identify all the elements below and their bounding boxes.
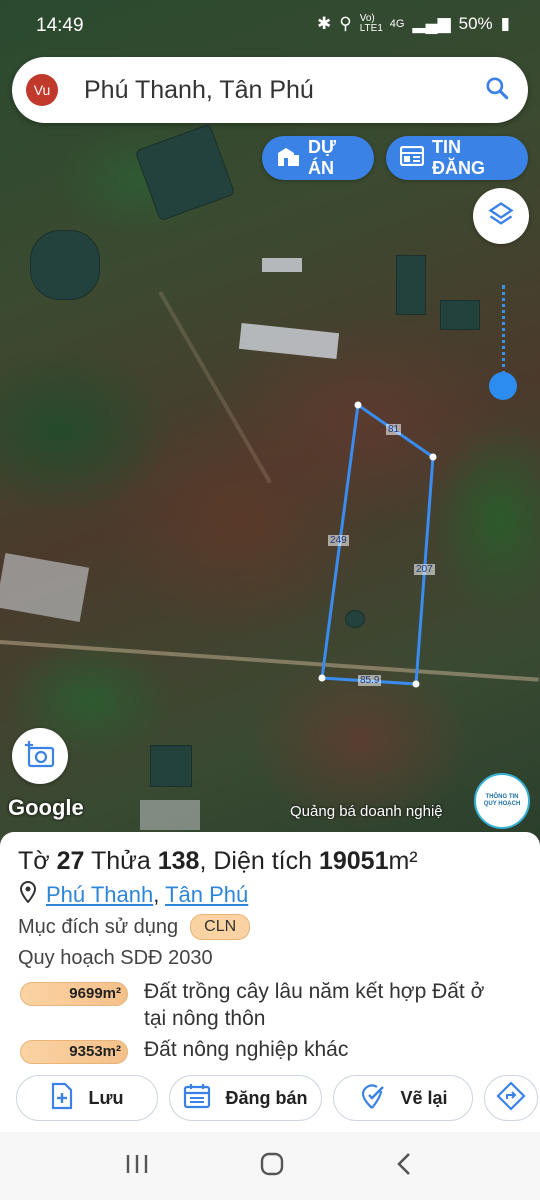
directions-icon [496, 1080, 526, 1116]
bluetooth-icon: ✱ [317, 14, 332, 33]
plan-desc: Đất nông nghiệp khác [144, 1038, 349, 1061]
edge-length-bottom: 85.9 [358, 675, 382, 686]
du-an-button[interactable]: DỰ ÁN [262, 136, 374, 180]
parcel-outline [318, 401, 437, 688]
location-icon: ⚲ [339, 14, 352, 33]
satellite-map[interactable]: 81 249 207 85.9 [0, 0, 540, 845]
edge-length-right: 207 [414, 564, 435, 575]
building-icon [276, 145, 300, 172]
layers-button[interactable] [473, 188, 529, 244]
back-icon[interactable] [394, 1151, 416, 1182]
home-icon[interactable] [259, 1151, 285, 1182]
to-value: 27 [56, 847, 85, 875]
add-photo-icon [24, 740, 56, 773]
search-icon[interactable] [484, 75, 510, 106]
save-label: Lưu [88, 1087, 124, 1108]
action-bar: Lưu Đăng bán Vẽ lại [0, 1075, 540, 1125]
du-an-label: DỰ ÁN [308, 137, 336, 178]
search-place-text[interactable]: Phú Thanh, Tân Phú [84, 76, 484, 105]
tin-dang-button[interactable]: TIN ĐĂNG [386, 136, 528, 180]
parcel-title: Tờ 27 Thửa 138, Diện tích 19051m² [18, 847, 418, 876]
tin-dang-label: TIN ĐĂNG [432, 137, 485, 178]
add-file-icon [50, 1082, 74, 1115]
district-link[interactable]: Tân Phú [165, 882, 248, 907]
thua-value: 138 [157, 847, 200, 875]
recent-apps-icon[interactable] [124, 1153, 150, 1180]
plan-label: Quy hoạch SDĐ 2030 [18, 947, 213, 969]
clock: 14:49 [36, 15, 84, 36]
area-label: , Diện tích [199, 847, 312, 875]
avatar[interactable]: Vu [26, 74, 58, 106]
calendar-icon [183, 1083, 211, 1114]
signal-icon: ▂▄▆ [412, 14, 451, 33]
battery-icon: ▮ [500, 14, 510, 33]
map-pin-icon [19, 880, 37, 909]
plan-row: 9353m² Đất nông nghiệp khác [20, 1036, 348, 1064]
opacity-slider-handle[interactable] [489, 372, 517, 400]
plan-row: 9699m² Đất trồng cây lâu năm kết hợp Đất… [20, 978, 504, 1032]
post-sale-label: Đăng bán [225, 1087, 308, 1108]
network-label: 4G [389, 18, 405, 30]
post-sale-button[interactable]: Đăng bán [169, 1075, 322, 1121]
edge-length-left: 249 [328, 535, 349, 546]
save-button[interactable]: Lưu [16, 1075, 158, 1121]
edge-length-top: 81 [386, 424, 402, 435]
directions-button[interactable] [484, 1075, 538, 1121]
status-bar: 14:49 ✱ ⚲ Vo) LTE1 4G ▂▄▆ 50% ▮ [0, 0, 540, 52]
promo-link[interactable]: Quảng bá doanh nghiệ [290, 803, 470, 820]
ward-link[interactable]: Phú Thanh [46, 882, 153, 907]
purpose-code-badge[interactable]: CLN [190, 914, 251, 940]
to-label: Tờ [18, 847, 50, 875]
parcel-info-panel: Tờ 27 Thửa 138, Diện tích 19051m² Phú Th… [0, 832, 540, 1132]
planning-info-line2: QUY HOẠCH [483, 801, 521, 807]
planning-info-line1: THÔNG TIN [485, 794, 519, 801]
location-line: Phú Thanh, Tân Phú [19, 880, 248, 909]
plan-desc: Đất trồng cây lâu năm kết hợp Đất ở tại … [144, 980, 485, 1030]
thua-label: Thửa [90, 847, 151, 875]
land-use-row: Mục đích sử dụng CLN [18, 914, 251, 940]
plan-area-badge: 9699m² [20, 982, 128, 1006]
system-nav-bar [0, 1132, 540, 1200]
planning-info-button[interactable]: THÔNG TIN QUY HOẠCH [474, 773, 530, 829]
volte-label: Vo) LTE1 [359, 13, 383, 34]
purpose-label: Mục đích sử dụng [18, 915, 179, 938]
area-unit: m² [388, 847, 418, 875]
add-photo-button[interactable] [12, 728, 68, 784]
redraw-icon [358, 1082, 386, 1115]
plan-area-badge: 9353m² [20, 1040, 128, 1064]
redraw-button[interactable]: Vẽ lại [333, 1075, 473, 1121]
battery-text: 50% [458, 14, 493, 33]
newspaper-icon [399, 145, 425, 171]
area-value: 19051 [318, 847, 389, 875]
opacity-slider-track[interactable] [502, 285, 505, 375]
layers-icon [487, 200, 515, 233]
redraw-label: Vẽ lại [400, 1087, 448, 1108]
google-logo: Google [8, 795, 84, 820]
search-bar[interactable]: Vu Phú Thanh, Tân Phú [12, 57, 528, 123]
